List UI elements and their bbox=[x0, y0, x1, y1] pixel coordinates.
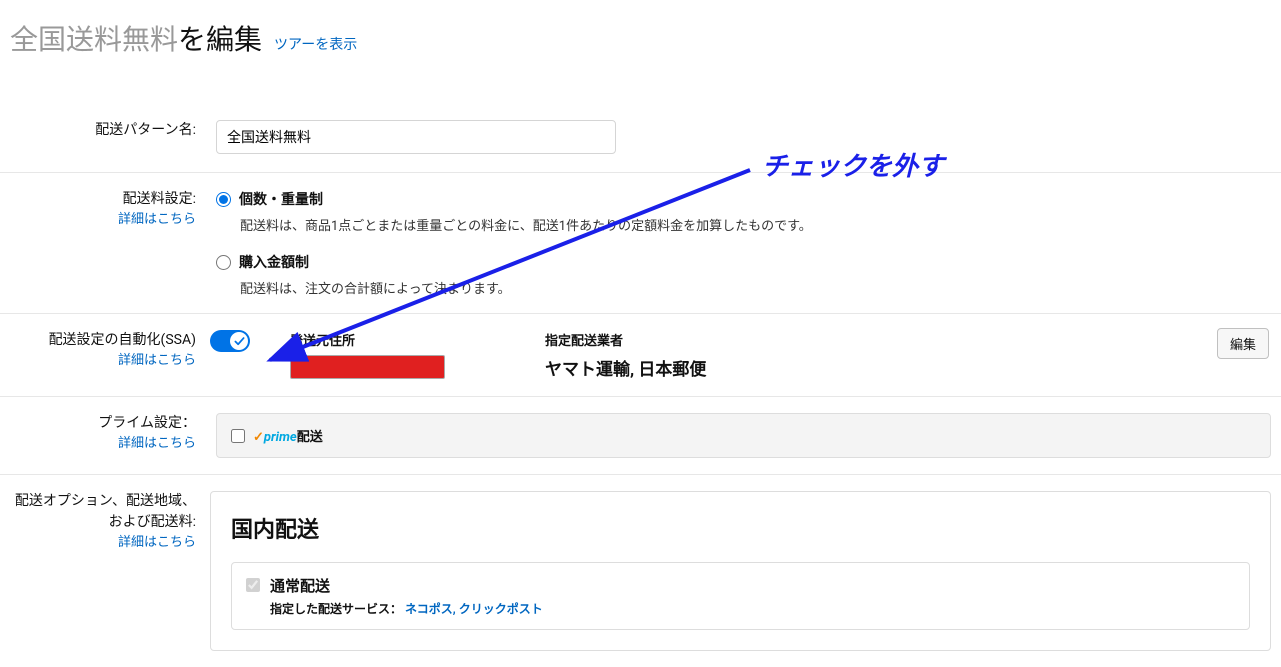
options-label: 配送オプション、配送地域、および配送料: bbox=[15, 493, 196, 530]
pattern-name-label: 配送パターン名: bbox=[10, 120, 210, 154]
title-black-part: を編集 bbox=[178, 23, 262, 56]
prime-box: ✓prime配送 bbox=[216, 413, 1271, 458]
radio-qty-weight-label: 個数・重量制 bbox=[239, 189, 323, 209]
shipping-fee-label: 配送料設定: bbox=[123, 191, 196, 207]
normal-ship-sub-value[interactable]: ネコポス, クリックポスト bbox=[405, 602, 543, 616]
normal-ship-sub-label: 指定した配送サービス： bbox=[270, 602, 402, 616]
check-icon bbox=[230, 332, 248, 350]
title-gray-part: 全国送料無料 bbox=[10, 23, 178, 56]
options-detail-link[interactable]: 詳細はこちら bbox=[10, 533, 196, 553]
origin-address-value-redacted bbox=[290, 355, 445, 379]
edit-button[interactable]: 編集 bbox=[1217, 328, 1269, 359]
prime-checkbox[interactable] bbox=[231, 429, 245, 443]
radio-purchase-amount-desc: 配送料は、注文の合計額によって決まります。 bbox=[240, 278, 1271, 297]
origin-address-label: 発送元住所 bbox=[290, 330, 445, 349]
radio-purchase-amount[interactable] bbox=[216, 255, 231, 270]
prime-label: プライム設定： bbox=[98, 415, 196, 431]
radio-qty-weight-desc: 配送料は、商品1点ごとまたは重量ごとの料金に、配送1件あたりの定額料金を加算した… bbox=[240, 215, 1271, 234]
radio-qty-weight[interactable] bbox=[216, 192, 231, 207]
normal-ship-checkbox[interactable] bbox=[246, 578, 260, 592]
carrier-label: 指定配送業者 bbox=[545, 330, 706, 349]
ssa-detail-link[interactable]: 詳細はこちら bbox=[10, 351, 196, 371]
prime-suffix: 配送 bbox=[297, 430, 323, 445]
shipping-fee-detail-link[interactable]: 詳細はこちら bbox=[10, 210, 196, 230]
pattern-name-input[interactable] bbox=[216, 120, 616, 154]
prime-word: prime bbox=[264, 430, 297, 445]
normal-ship-title: 通常配送 bbox=[270, 575, 543, 596]
carrier-value: ヤマト運輸, 日本郵便 bbox=[545, 355, 706, 380]
normal-ship-box: 通常配送 指定した配送サービス： ネコポス, クリックポスト bbox=[231, 562, 1250, 630]
radio-purchase-amount-label: 購入金額制 bbox=[239, 252, 309, 272]
ssa-label: 配送設定の自動化(SSA) bbox=[49, 332, 196, 348]
prime-check-icon: ✓ bbox=[253, 430, 264, 445]
prime-detail-link[interactable]: 詳細はこちら bbox=[10, 434, 196, 454]
page-title: 全国送料無料を編集 bbox=[10, 18, 262, 58]
domestic-title: 国内配送 bbox=[231, 512, 1250, 544]
ssa-toggle[interactable] bbox=[210, 330, 250, 352]
show-tour-link[interactable]: ツアーを表示 bbox=[274, 34, 357, 54]
domestic-panel: 国内配送 通常配送 指定した配送サービス： ネコポス, クリックポスト bbox=[210, 491, 1271, 651]
